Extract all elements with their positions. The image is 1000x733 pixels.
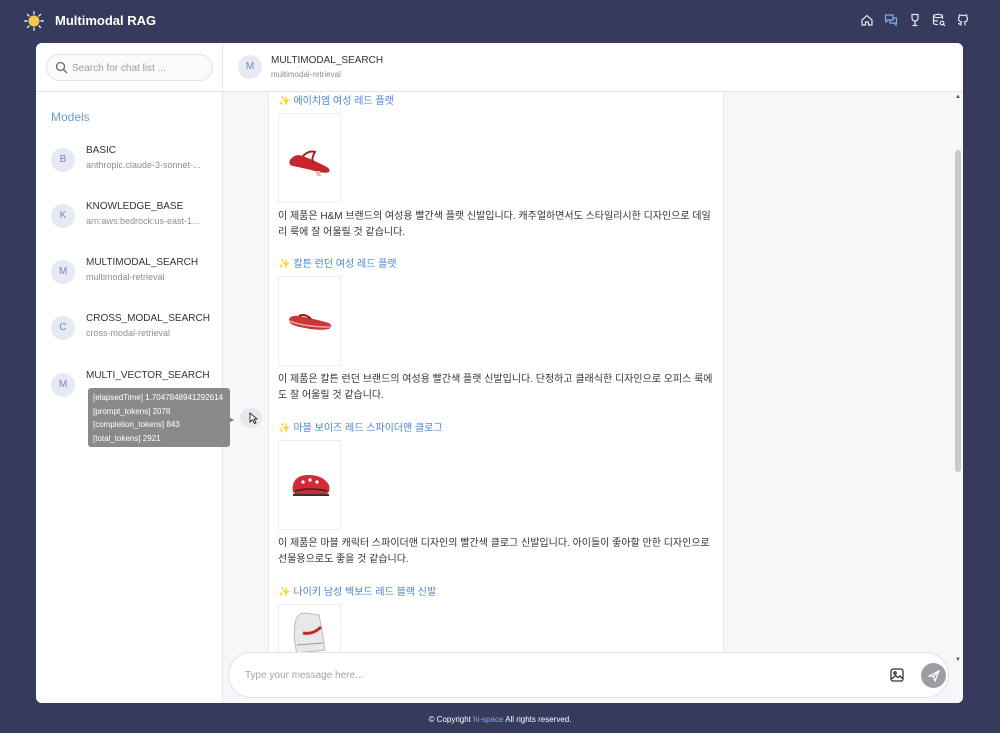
chat-title: MULTIMODAL_SEARCH <box>271 55 384 66</box>
app-title: Multimodal RAG <box>55 13 157 28</box>
message-input[interactable] <box>245 667 845 683</box>
chat-search-input[interactable] <box>72 59 207 77</box>
footer-rights: All rights reserved. <box>505 715 572 724</box>
product-description: 이 제품은 칼튼 런던 브랜드의 여성용 빨간색 플랫 신발입니다. 단정하고 … <box>278 374 713 401</box>
wine-glass-icon[interactable] <box>908 12 922 28</box>
footer: © Copyright hi-space All rights reserved… <box>0 715 1000 724</box>
model-name: CROSS_MODAL_SEARCH <box>86 313 210 324</box>
home-icon[interactable] <box>860 12 874 28</box>
models-heading: Models <box>51 110 90 124</box>
avatar: K <box>51 204 75 228</box>
message-composer <box>228 652 949 698</box>
token-usage-tooltip: [elapsedTime] 1.7047848941292614 [prompt… <box>88 388 230 447</box>
sidebar-search-area <box>36 43 223 92</box>
product-image <box>278 440 341 530</box>
product-title-text: 나이키 남성 백보드 레드 블랙 신발 <box>293 587 437 598</box>
avatar: B <box>51 148 75 172</box>
top-nav <box>860 12 970 28</box>
model-item-basic[interactable]: B BASIC anthropic.claude-3-sonnet-... <box>36 141 223 191</box>
chat-icon[interactable] <box>884 12 898 28</box>
model-subtitle: anthropic.claude-3-sonnet-... <box>86 160 201 170</box>
product-card: ✨ 나이키 남성 백보드 레드 블랙 신발 <box>278 583 718 652</box>
product-title[interactable]: ✨ 칼튼 런던 여성 레드 플랫 <box>278 255 718 270</box>
product-image <box>278 276 341 366</box>
avatar: M <box>51 260 75 284</box>
product-description: 이 제품은 마블 캐릭터 스파이더맨 디자인의 빨간색 클로그 신발입니다. 아… <box>278 538 710 565</box>
product-title-text: 마블 보이즈 레드 스파이더맨 클로그 <box>293 423 443 434</box>
github-icon[interactable] <box>956 12 970 28</box>
tooltip-prompt-tokens: [prompt_tokens] 2078 <box>93 406 171 416</box>
model-name: KNOWLEDGE_BASE <box>86 201 184 212</box>
send-icon <box>927 669 940 682</box>
model-name: BASIC <box>86 145 117 156</box>
product-title[interactable]: ✨ 에이치엠 여성 레드 플랫 <box>278 92 718 107</box>
assistant-message: ✨ 에이치엠 여성 레드 플랫 이 제품은 H&M 브랜드의 여성용 빨간색 플랫… <box>268 92 724 652</box>
model-name: MULTI_VECTOR_SEARCH <box>86 370 210 381</box>
product-card: ✨ 칼튼 런던 여성 레드 플랫 이 제품은 칼튼 런던 브랜드의 여성용 빨간색… <box>278 255 718 403</box>
product-title[interactable]: ✨ 마블 보이즈 레드 스파이더맨 클로그 <box>278 419 718 434</box>
model-subtitle: multimodal-retrieval <box>86 272 165 282</box>
model-name: MULTIMODAL_SEARCH <box>86 257 199 268</box>
chat-search-box[interactable] <box>46 54 213 81</box>
model-subtitle: arn:aws:bedrock:us-east-1... <box>86 216 200 226</box>
tooltip-completion-tokens: [completion_tokens] 843 <box>93 420 180 429</box>
product-card: ✨ 에이치엠 여성 레드 플랫 이 제품은 H&M 브랜드의 여성용 빨간색 플랫… <box>278 92 718 240</box>
main-panel: Models B BASIC anthropic.claude-3-sonnet… <box>36 43 963 703</box>
tooltip-total-tokens: [total_tokens] 2921 <box>93 433 161 443</box>
chat-body: ▶ ✨ 에이치엠 여성 레드 플랫 이 제품은 H&M 브랜드의 여성용 빨간색 … <box>223 92 963 703</box>
image-upload-icon[interactable] <box>889 667 905 683</box>
top-bar: Multimodal RAG <box>0 0 1000 43</box>
product-title-text: 칼튼 런던 여성 레드 플랫 <box>293 259 397 270</box>
sparkle-icon: ✨ <box>278 587 291 598</box>
model-item-multimodal-search[interactable]: M MULTIMODAL_SEARCH multimodal-retrieval <box>36 253 223 303</box>
sidebar: Models B BASIC anthropic.claude-3-sonnet… <box>36 43 230 703</box>
tooltip-elapsed-time: [elapsedTime] 1.7047848941292614 <box>93 393 224 402</box>
sparkle-icon: ✨ <box>278 96 291 107</box>
product-description: 이 제품은 H&M 브랜드의 여성용 빨간색 플랫 신발입니다. 캐주얼하면서도… <box>278 211 711 238</box>
chat-header: M MULTIMODAL_SEARCH multimodal-retrieval <box>223 43 963 92</box>
scrollbar-thumb[interactable] <box>955 150 961 472</box>
model-subtitle: cross-modal-retrieval <box>86 328 171 338</box>
model-item-knowledge-base[interactable]: K KNOWLEDGE_BASE arn:aws:bedrock:us-east… <box>36 197 223 247</box>
mouse-cursor-icon <box>249 412 258 424</box>
footer-link[interactable]: hi-space <box>473 715 503 724</box>
avatar: C <box>51 316 75 340</box>
scroll-up-arrow-icon[interactable]: ▲ <box>955 94 961 100</box>
app-logo-icon <box>24 11 44 31</box>
product-title-text: 에이치엠 여성 레드 플랫 <box>293 96 394 107</box>
sparkle-icon: ✨ <box>278 423 291 434</box>
chat-scrollbar[interactable]: ▲ ▼ <box>955 92 961 666</box>
avatar: M <box>51 373 75 397</box>
product-card: ✨ 마블 보이즈 레드 스파이더맨 클로그 이 제품은 마블 캐릭터 스파이더맨 … <box>278 419 718 567</box>
sparkle-icon: ✨ <box>278 259 291 270</box>
scroll-down-arrow-icon[interactable]: ▼ <box>955 657 961 663</box>
send-button[interactable] <box>921 663 946 688</box>
search-icon <box>55 61 68 74</box>
product-image <box>278 113 341 203</box>
footer-copyright: © Copyright <box>428 715 471 724</box>
chat-subtitle: multimodal-retrieval <box>271 70 341 79</box>
database-search-icon[interactable] <box>932 12 946 28</box>
product-title[interactable]: ✨ 나이키 남성 백보드 레드 블랙 신발 <box>278 583 718 598</box>
product-image <box>278 604 341 652</box>
model-item-cross-modal-search[interactable]: C CROSS_MODAL_SEARCH cross-modal-retriev… <box>36 309 223 359</box>
avatar: M <box>238 55 262 79</box>
